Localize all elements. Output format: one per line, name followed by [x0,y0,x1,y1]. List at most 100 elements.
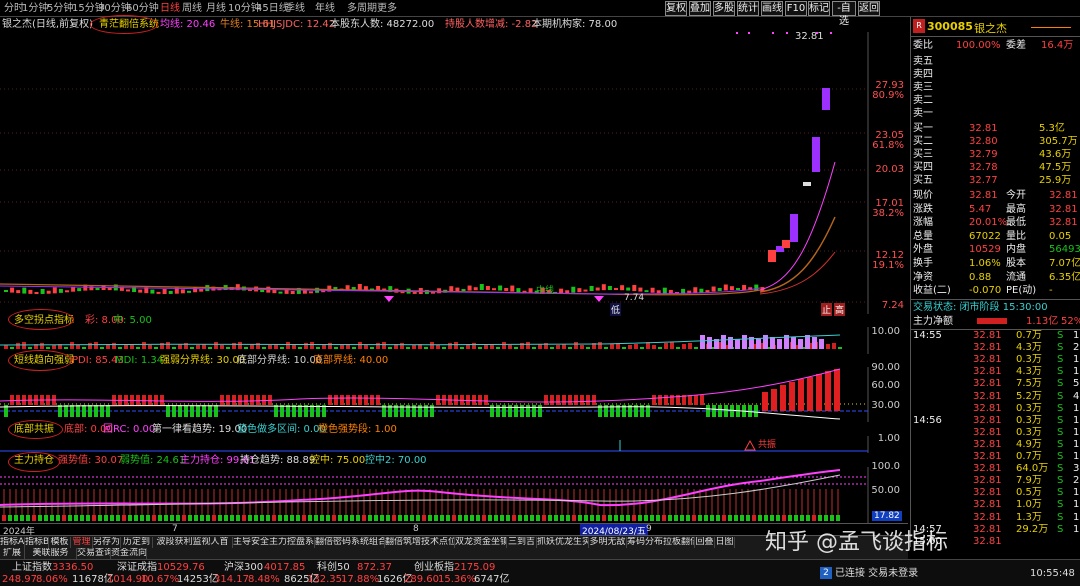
toolbar-button[interactable]: -自选 [832,1,856,27]
ind1-bar [508,345,512,349]
ind1-bar [46,347,50,349]
ind1-bar [256,343,260,349]
toolbar-button[interactable]: 返回 [858,1,880,16]
tab-item[interactable]: 筹码分布拉板翻倍 [627,537,695,548]
tab-item[interactable]: 波段获利监视人首 [153,537,233,548]
ask-row[interactable]: 卖二 [911,94,1080,107]
ind2-bar [532,405,536,417]
ind4-bar [518,515,522,521]
ind2-bar [550,395,554,405]
ind4-bar [260,515,264,521]
period-tab[interactable]: 周线 [180,1,204,16]
stat-label: 净资 [913,271,933,283]
bid-row[interactable]: 买五 32.77 25.9万 [911,174,1080,187]
period-tab[interactable]: 更多 [375,1,399,16]
tick-volume: 5.2万 [1016,390,1042,402]
ind1-bar [676,347,680,349]
tab-item[interactable]: 翻倍密码系统组合 [315,537,385,548]
stat-value: 0.05 [1049,230,1072,242]
stat-label: 涨跌 [913,203,933,215]
ind4-bar [176,515,180,521]
period-tab[interactable]: 季线 [283,1,307,16]
ind2-l1: 强弱分界线: 30.00 [160,355,246,366]
stat-row: 净资 0.88 流通 6.35亿 [911,271,1080,284]
ind2-mdi: MDI: 1.34 [115,355,164,366]
period-tab[interactable]: 日线 [158,1,182,16]
ind2-bar [658,395,662,405]
period-tab[interactable]: 多周期 [345,1,379,16]
bid-row[interactable]: 买一 32.81 5.3亿 [911,122,1080,135]
tab-item[interactable]: 交易查询 [77,548,111,559]
tab-item[interactable]: 双龙资金坐镇 [455,537,507,548]
tab-item[interactable]: 抓妖优龙生实 [537,537,589,548]
ind2-chart[interactable] [0,367,908,422]
tab-item[interactable]: 管理 [71,537,93,548]
tab-item[interactable]: 翻倍筑增技术点位 [385,537,455,548]
tick-count: 1 [1073,354,1080,366]
hhjs-label: HHJSJDC: 12.42 [258,19,336,30]
stat-row: 涨幅 20.01% 最低 32.81 [911,216,1080,229]
signal-marker [744,439,756,451]
tab-item[interactable]: 资金流向 [111,548,147,559]
ind1-bar [454,342,458,349]
tab-item[interactable]: 指标A [0,537,25,548]
ind4-bar [44,515,48,521]
ind4-bar [590,515,594,521]
candle [803,182,811,186]
tick-count: 1 [1073,487,1080,499]
tab-item[interactable]: 主导安全主力控盘系统 [233,537,315,548]
tick-price: 32.81 [973,523,1002,535]
bid-row[interactable]: 买四 32.78 47.5万 [911,161,1080,174]
toolbar-button[interactable]: 叠加 [689,1,711,16]
tick-side: S [1057,414,1064,426]
ind2-bar [244,395,248,405]
candle [711,286,716,292]
tab-item[interactable]: 模板 [49,537,71,548]
ind4-bar [272,515,276,521]
tab-item[interactable]: 日图 [715,537,735,548]
candle [22,287,27,294]
bid-row[interactable]: 买二 32.80 305.7万 [911,135,1080,148]
toolbar-button[interactable]: 复权 [665,1,687,16]
ind4-bar [158,515,162,521]
ind4-chart[interactable] [0,467,908,523]
connection-icon[interactable]: 2 [820,567,832,579]
signal-dot [772,32,774,34]
ask-row[interactable]: 卖五 [911,55,1080,68]
tab-item[interactable]: 多明无敌 [589,537,627,548]
ask-row[interactable]: 卖四 [911,68,1080,81]
connection-status[interactable]: 已连接 交易未登录 [835,567,918,580]
tab-item[interactable]: 回叠 [695,537,715,548]
ask-row[interactable]: 卖三 [911,81,1080,94]
period-tab[interactable]: 月线 [204,1,228,16]
tab-item[interactable]: 历定到 [121,537,153,548]
toolbar-button[interactable]: 统计 [737,1,759,16]
ind4-bar [626,515,630,521]
tab-item[interactable]: 美联服务 [25,548,77,559]
toolbar-button[interactable]: F10 [785,1,807,16]
period-tab[interactable]: 60分钟 [124,1,161,16]
ind4-bar [800,515,804,521]
tick-list[interactable]: 14:55 32.81 0.7万 S 1 32.81 4.3万 S 2 32.81 0.3万 S 1 32… [911,329,1080,547]
link-icon[interactable] [1031,19,1071,28]
tab-item[interactable]: 扩展 [0,548,25,559]
tab-item[interactable]: 三到吉 [507,537,537,548]
ind2-bar [136,395,140,405]
ind1-bar [292,345,296,349]
ind1-chart[interactable] [0,327,908,354]
ask-row[interactable]: 卖一 [911,107,1080,120]
period-tab[interactable]: 年线 [313,1,337,16]
tab-item[interactable]: 指标B [25,537,49,548]
ind1-bar [838,347,842,349]
bid-row[interactable]: 买三 32.79 43.6万 [911,148,1080,161]
ind2-bar [328,395,332,405]
toolbar-button[interactable]: 画线 [761,1,783,16]
candlestick-chart[interactable] [0,32,908,314]
ind2-bar [88,405,92,417]
ind4-bar [242,515,246,521]
ind2-bar [142,395,146,405]
toolbar-button[interactable]: 标记 [808,1,830,16]
tab-item[interactable]: 另存为 [93,537,121,548]
ind2-bar [748,405,752,417]
toolbar-button[interactable]: 多股 [713,1,735,16]
